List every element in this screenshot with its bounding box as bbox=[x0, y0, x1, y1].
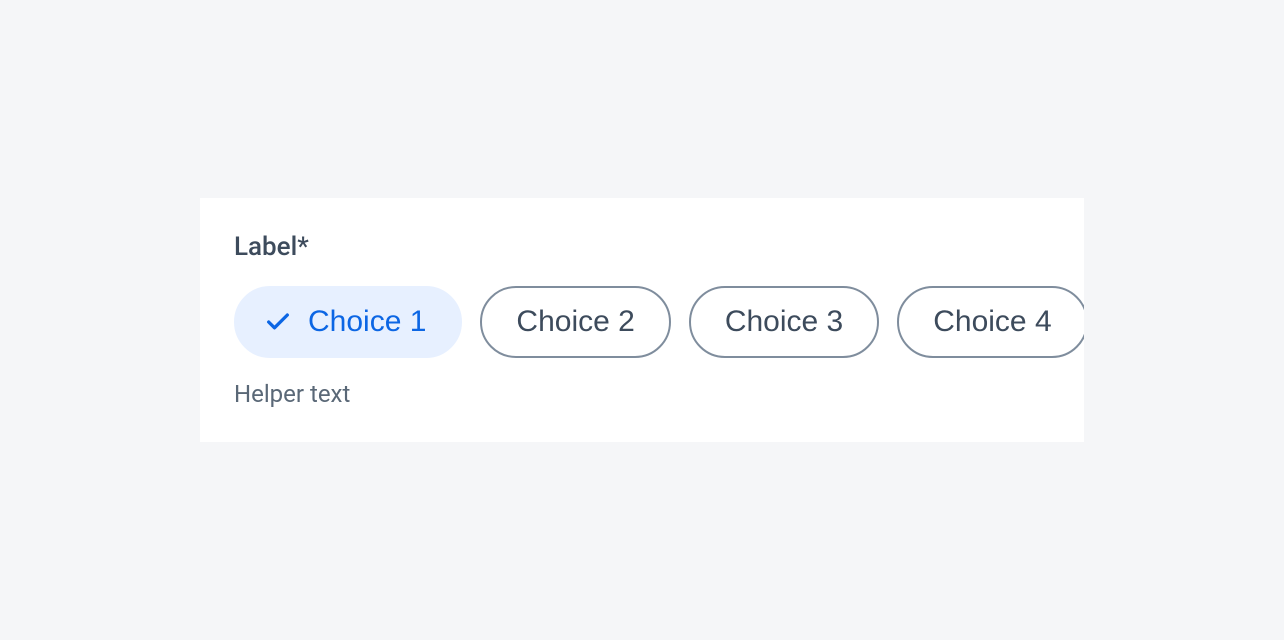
helper-text: Helper text bbox=[234, 380, 1084, 408]
field-label: Label* bbox=[234, 232, 1084, 262]
chip-label: Choice 1 bbox=[308, 305, 426, 339]
chip-label: Choice 4 bbox=[933, 305, 1051, 339]
chip-label: Choice 3 bbox=[725, 305, 843, 339]
chip-choice-2[interactable]: Choice 2 bbox=[480, 286, 670, 358]
check-icon bbox=[264, 308, 292, 336]
chip-choice-4[interactable]: Choice 4 bbox=[897, 286, 1084, 358]
chip-label: Choice 2 bbox=[516, 305, 634, 339]
chip-choice-3[interactable]: Choice 3 bbox=[689, 286, 879, 358]
chip-choice-1[interactable]: Choice 1 bbox=[234, 286, 462, 358]
chips-row: Choice 1 Choice 2 Choice 3 Choice 4 bbox=[234, 286, 1084, 358]
choice-chip-field: Label* Choice 1 Choice 2 Choice 3 Choice… bbox=[200, 198, 1084, 442]
